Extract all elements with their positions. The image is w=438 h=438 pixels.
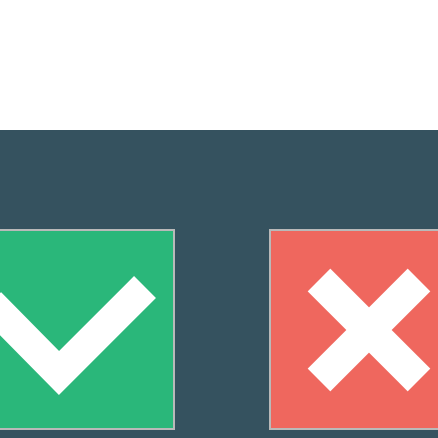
accept-button[interactable]	[0, 229, 175, 430]
blank-header-area	[0, 0, 438, 130]
reject-button[interactable]	[269, 229, 438, 430]
checkmark-icon	[0, 276, 156, 395]
x-icon	[307, 268, 431, 392]
